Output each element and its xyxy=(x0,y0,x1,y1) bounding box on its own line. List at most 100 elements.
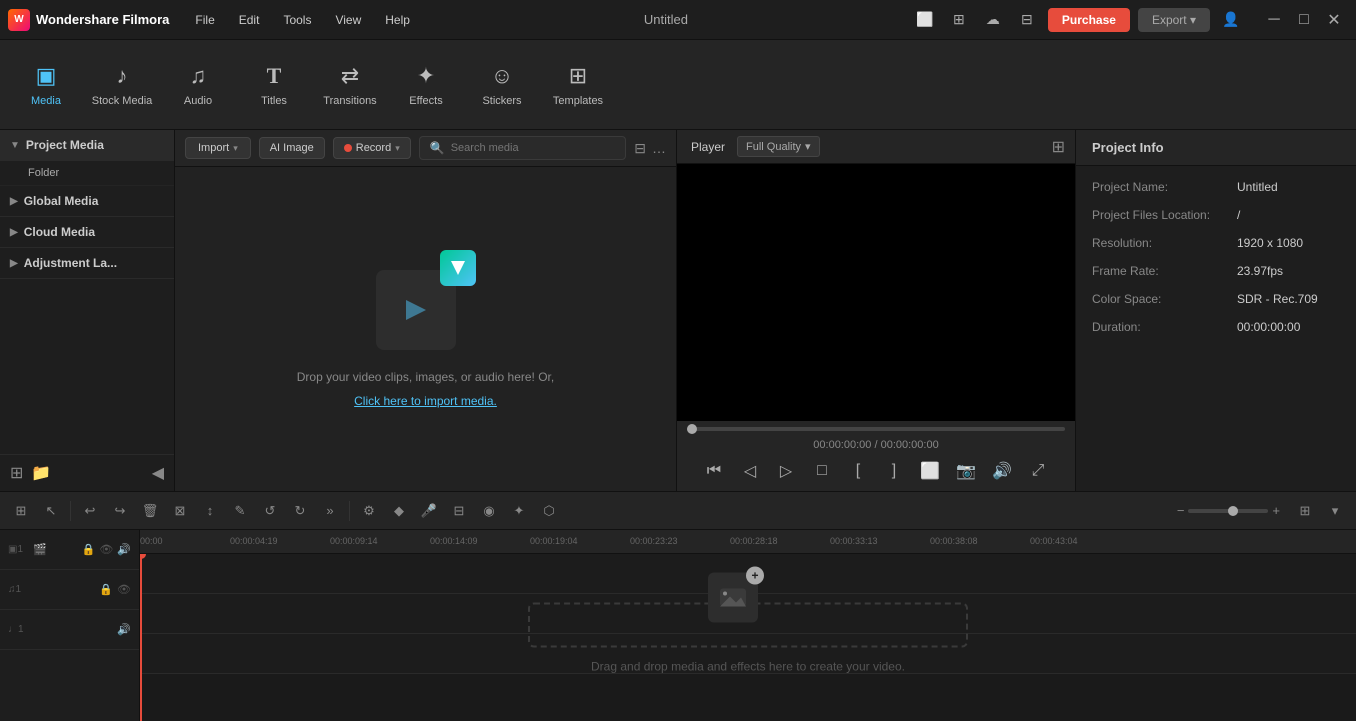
snapshot-button[interactable]: 📷 xyxy=(952,457,980,485)
adjustment-layers-header[interactable]: ▶ Adjustment La... xyxy=(0,248,174,279)
toolbar-stickers[interactable]: ☺ Stickers xyxy=(466,49,538,121)
more-icon[interactable]: … xyxy=(652,140,666,157)
info-value-framerate: 23.97fps xyxy=(1237,264,1283,278)
media-toolbar: Import ▾ AI Image Record ▾ 🔍 ⊟ … xyxy=(175,130,676,167)
tl-color-btn[interactable]: ◉ xyxy=(476,498,502,524)
info-value-location: / xyxy=(1237,208,1240,222)
import-link[interactable]: Click here to import media. xyxy=(354,394,497,408)
volume-button[interactable]: 🔊 xyxy=(988,457,1016,485)
global-media-header[interactable]: ▶ Global Media xyxy=(0,186,174,217)
tl-add-track-btn[interactable]: ⊞ xyxy=(8,498,34,524)
filter-icon[interactable]: ⊟ xyxy=(634,140,646,157)
tl-select-btn[interactable]: ↖ xyxy=(38,498,64,524)
toolbar-audio[interactable]: ♫ Audio xyxy=(162,49,234,121)
screen-icon[interactable]: ⬜ xyxy=(912,7,938,33)
maximize-button[interactable]: □ xyxy=(1290,6,1318,34)
window-controls: ─ □ ✕ xyxy=(1260,6,1348,34)
toolbar-stock-media[interactable]: ♪ Stock Media xyxy=(86,49,158,121)
media-drop-area[interactable]: Drop your video clips, images, or audio … xyxy=(175,167,676,491)
drop-timeline-text: Drag and drop media and effects here to … xyxy=(591,659,905,673)
ruler-mark-9: 00:00:43:04 xyxy=(1030,536,1078,546)
tl-keyframe-btn[interactable]: ⬡ xyxy=(536,498,562,524)
add-folder-icon[interactable]: ⊞ xyxy=(10,463,23,483)
export-button[interactable]: Export ▾ xyxy=(1138,8,1210,32)
track-mute-icon[interactable]: 🔊 xyxy=(117,543,131,556)
menu-tools[interactable]: Tools xyxy=(273,9,321,31)
media-label: Media xyxy=(31,95,61,107)
play-button[interactable]: ▷ xyxy=(772,457,800,485)
menu-file[interactable]: File xyxy=(185,9,224,31)
tl-crop-btn[interactable]: ⊠ xyxy=(167,498,193,524)
minimize-button[interactable]: ─ xyxy=(1260,6,1288,34)
panel-folder[interactable]: Folder xyxy=(0,161,174,186)
ai-image-button[interactable]: AI Image xyxy=(259,137,325,159)
toolbar-templates[interactable]: ⊞ Templates xyxy=(542,49,614,121)
tl-more-btn[interactable]: » xyxy=(317,498,343,524)
toolbar-titles[interactable]: T Titles xyxy=(238,49,310,121)
menu-edit[interactable]: Edit xyxy=(229,9,270,31)
toolbar-media[interactable]: ▣ Media xyxy=(10,49,82,121)
toolbar-effects[interactable]: ✦ Effects xyxy=(390,49,462,121)
mark-in-button[interactable]: [ xyxy=(844,457,872,485)
mark-out-button[interactable]: ] xyxy=(880,457,908,485)
info-row-resolution: Resolution: 1920 x 1080 xyxy=(1092,236,1340,250)
zoom-thumb xyxy=(1228,506,1238,516)
info-row-location: Project Files Location: / xyxy=(1092,208,1340,222)
track-lock-icon[interactable]: 🔒 xyxy=(82,543,96,556)
zoom-slider[interactable] xyxy=(1188,509,1268,513)
grid-icon[interactable]: ⊟ xyxy=(1014,7,1040,33)
player-timeline-bar[interactable] xyxy=(687,427,1065,431)
player-timeline-thumb xyxy=(687,424,697,434)
collapse-icon[interactable]: ◀ xyxy=(152,463,164,483)
purchase-button[interactable]: Purchase xyxy=(1048,8,1130,32)
track-audio2-mute-icon[interactable]: 🔊 xyxy=(117,623,131,636)
tl-rotate-fwd-btn[interactable]: ↻ xyxy=(287,498,313,524)
player-tab[interactable]: Player xyxy=(687,138,729,156)
cloud-media-header[interactable]: ▶ Cloud Media xyxy=(0,217,174,248)
ruler-mark-2: 00:00:09:14 xyxy=(330,536,378,546)
folder-icon[interactable]: 📁 xyxy=(31,463,51,483)
profile-icon[interactable]: 👤 xyxy=(1218,7,1244,33)
project-info-tab[interactable]: Project Info xyxy=(1076,130,1356,166)
templates-label: Templates xyxy=(553,95,603,107)
chevron-down-icon: ▼ xyxy=(10,140,20,151)
menu-help[interactable]: Help xyxy=(375,9,420,31)
tl-rotate-back-btn[interactable]: ↺ xyxy=(257,498,283,524)
tl-mic-btn[interactable]: 🎤 xyxy=(416,498,442,524)
tl-grid-btn[interactable]: ⊞ xyxy=(1292,498,1318,524)
tl-delete-btn[interactable]: 🗑 xyxy=(137,498,163,524)
quality-select[interactable]: Full Quality ▾ xyxy=(737,136,820,157)
track-audio-lock-icon[interactable]: 🔒 xyxy=(99,583,113,596)
tl-split-btn[interactable]: ↕ xyxy=(197,498,223,524)
close-button[interactable]: ✕ xyxy=(1320,6,1348,34)
toolbar-transitions[interactable]: ⇄ Transitions xyxy=(314,49,386,121)
step-back-button[interactable]: ◁ xyxy=(736,457,764,485)
tl-text-btn[interactable]: ✎ xyxy=(227,498,253,524)
tl-settings-btn[interactable]: ⚙ xyxy=(356,498,382,524)
media-toolbar-icons: ⊟ … xyxy=(634,140,666,157)
empty-timeline[interactable]: + Drag and drop media and effects here t… xyxy=(528,602,968,673)
tl-ai-btn[interactable]: ✦ xyxy=(506,498,532,524)
tl-undo-btn[interactable]: ↩ xyxy=(77,498,103,524)
tl-redo-btn[interactable]: ↪ xyxy=(107,498,133,524)
search-input[interactable] xyxy=(451,142,616,154)
zoom-minus-icon[interactable]: − xyxy=(1177,503,1185,518)
zoom-plus-icon[interactable]: + xyxy=(1272,503,1280,518)
record-button[interactable]: Record ▾ xyxy=(333,137,411,159)
track-header-audio-1: ♫1 🔒 👁 xyxy=(0,570,139,610)
cloud-icon[interactable]: ☁ xyxy=(980,7,1006,33)
fullscreen-button[interactable]: ⤢ xyxy=(1024,457,1052,485)
project-media-header[interactable]: ▼ Project Media xyxy=(0,130,174,161)
track-audio-eye-icon[interactable]: 👁 xyxy=(117,583,131,596)
tl-more2-btn[interactable]: ▾ xyxy=(1322,498,1348,524)
tl-mark-btn[interactable]: ◆ xyxy=(386,498,412,524)
player-settings-icon[interactable]: ⊞ xyxy=(1052,139,1065,156)
import-button[interactable]: Import ▾ xyxy=(185,137,251,159)
layout-icon[interactable]: ⊞ xyxy=(946,7,972,33)
tl-scene-btn[interactable]: ⊟ xyxy=(446,498,472,524)
menu-view[interactable]: View xyxy=(325,9,371,31)
clip-button[interactable]: ⬜ xyxy=(916,457,944,485)
track-eye-icon[interactable]: 👁 xyxy=(99,543,113,556)
skip-back-button[interactable]: ⏮ xyxy=(700,457,728,485)
stop-button[interactable]: □ xyxy=(808,457,836,485)
